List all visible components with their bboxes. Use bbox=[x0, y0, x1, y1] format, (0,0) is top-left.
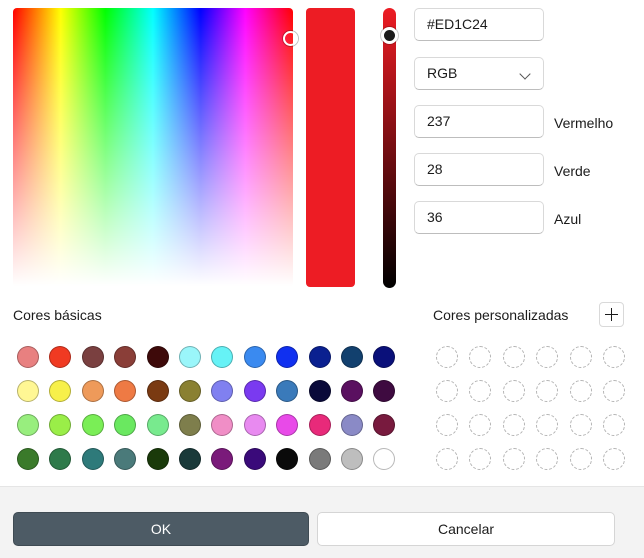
custom-color-slot[interactable] bbox=[603, 346, 625, 368]
basic-color-swatch[interactable] bbox=[81, 414, 104, 436]
ok-button[interactable]: OK bbox=[13, 512, 309, 546]
custom-color-slot[interactable] bbox=[469, 448, 492, 470]
color-model-value: RGB bbox=[427, 65, 458, 81]
custom-color-slot[interactable] bbox=[502, 414, 525, 436]
basic-color-swatch[interactable] bbox=[341, 346, 363, 368]
basic-color-swatch[interactable] bbox=[114, 448, 137, 470]
blue-label: Azul bbox=[554, 211, 582, 227]
basic-color-swatch[interactable] bbox=[146, 414, 169, 436]
basic-color-swatch[interactable] bbox=[308, 448, 331, 470]
basic-color-swatch[interactable] bbox=[276, 380, 299, 402]
basic-color-swatch[interactable] bbox=[211, 346, 234, 368]
basic-color-swatch[interactable] bbox=[341, 448, 363, 470]
custom-color-slot[interactable] bbox=[436, 448, 458, 470]
red-input[interactable]: 237 bbox=[414, 105, 544, 138]
custom-color-slot[interactable] bbox=[603, 414, 625, 436]
value-slider-thumb[interactable] bbox=[381, 27, 398, 44]
custom-color-slot[interactable] bbox=[603, 448, 625, 470]
basic-color-swatch[interactable] bbox=[341, 380, 363, 402]
basic-color-swatch[interactable] bbox=[17, 414, 39, 436]
basic-color-swatch[interactable] bbox=[146, 448, 169, 470]
basic-color-swatch[interactable] bbox=[114, 380, 137, 402]
basic-colors-title: Cores básicas bbox=[13, 307, 102, 323]
basic-color-swatch[interactable] bbox=[276, 448, 299, 470]
custom-color-slot[interactable] bbox=[469, 380, 492, 402]
spectrum-selector-handle[interactable] bbox=[283, 31, 298, 46]
custom-color-slot[interactable] bbox=[502, 380, 525, 402]
custom-color-slot[interactable] bbox=[603, 380, 625, 402]
basic-color-swatch[interactable] bbox=[179, 414, 201, 436]
color-preview bbox=[306, 8, 355, 287]
basic-color-swatch[interactable] bbox=[179, 448, 201, 470]
custom-color-slot[interactable] bbox=[536, 448, 559, 470]
cancel-button[interactable]: Cancelar bbox=[317, 512, 615, 546]
custom-colors-title: Cores personalizadas bbox=[433, 307, 569, 323]
basic-color-swatch[interactable] bbox=[17, 380, 39, 402]
basic-color-swatch[interactable] bbox=[211, 380, 234, 402]
green-input[interactable]: 28 bbox=[414, 153, 544, 186]
basic-color-swatch[interactable] bbox=[211, 414, 234, 436]
custom-color-slot[interactable] bbox=[569, 448, 592, 470]
custom-color-slot[interactable] bbox=[436, 380, 458, 402]
custom-color-slot[interactable] bbox=[502, 346, 525, 368]
basic-color-swatch[interactable] bbox=[114, 346, 137, 368]
basic-color-swatch[interactable] bbox=[49, 380, 72, 402]
green-label: Verde bbox=[554, 163, 591, 179]
basic-color-swatch[interactable] bbox=[49, 414, 72, 436]
color-spectrum[interactable] bbox=[13, 8, 293, 286]
custom-color-slot[interactable] bbox=[536, 346, 559, 368]
custom-color-slot[interactable] bbox=[536, 414, 559, 436]
chevron-down-icon bbox=[519, 68, 531, 80]
color-model-select[interactable]: RGB bbox=[414, 57, 544, 90]
custom-color-slot[interactable] bbox=[502, 448, 525, 470]
basic-color-swatch[interactable] bbox=[243, 414, 266, 436]
add-custom-color-button[interactable] bbox=[599, 302, 624, 327]
basic-color-swatch[interactable] bbox=[373, 448, 396, 470]
basic-color-swatch[interactable] bbox=[146, 380, 169, 402]
basic-color-swatch[interactable] bbox=[179, 346, 201, 368]
custom-color-slot[interactable] bbox=[469, 414, 492, 436]
basic-color-swatch[interactable] bbox=[341, 414, 363, 436]
basic-color-swatch[interactable] bbox=[146, 346, 169, 368]
basic-color-swatch[interactable] bbox=[179, 380, 201, 402]
custom-color-slot[interactable] bbox=[469, 346, 492, 368]
basic-color-swatch[interactable] bbox=[243, 448, 266, 470]
basic-color-swatch[interactable] bbox=[373, 346, 396, 368]
custom-color-slot[interactable] bbox=[436, 414, 458, 436]
basic-color-swatch[interactable] bbox=[49, 346, 72, 368]
basic-color-swatch[interactable] bbox=[211, 448, 234, 470]
basic-color-swatch[interactable] bbox=[243, 346, 266, 368]
custom-color-slot[interactable] bbox=[536, 380, 559, 402]
basic-color-swatch[interactable] bbox=[308, 380, 331, 402]
basic-color-swatch[interactable] bbox=[114, 414, 137, 436]
basic-color-swatch[interactable] bbox=[49, 448, 72, 470]
basic-color-swatch[interactable] bbox=[17, 448, 39, 470]
basic-color-swatch[interactable] bbox=[17, 346, 39, 368]
blue-input[interactable]: 36 bbox=[414, 201, 544, 234]
basic-color-swatch[interactable] bbox=[243, 380, 266, 402]
custom-color-slot[interactable] bbox=[569, 380, 592, 402]
basic-color-swatch[interactable] bbox=[276, 346, 299, 368]
basic-color-swatch[interactable] bbox=[373, 414, 396, 436]
custom-color-slot[interactable] bbox=[569, 414, 592, 436]
custom-color-slot[interactable] bbox=[569, 346, 592, 368]
basic-color-swatch[interactable] bbox=[276, 414, 299, 436]
basic-color-swatch[interactable] bbox=[373, 380, 396, 402]
custom-color-slot[interactable] bbox=[436, 346, 458, 368]
red-label: Vermelho bbox=[554, 115, 614, 131]
basic-color-swatch[interactable] bbox=[308, 414, 331, 436]
value-slider[interactable] bbox=[383, 8, 396, 288]
basic-color-swatch[interactable] bbox=[81, 380, 104, 402]
basic-color-swatch[interactable] bbox=[81, 448, 104, 470]
basic-color-swatch[interactable] bbox=[81, 346, 104, 368]
basic-color-swatch[interactable] bbox=[308, 346, 331, 368]
hex-input[interactable]: #ED1C24 bbox=[414, 8, 544, 41]
